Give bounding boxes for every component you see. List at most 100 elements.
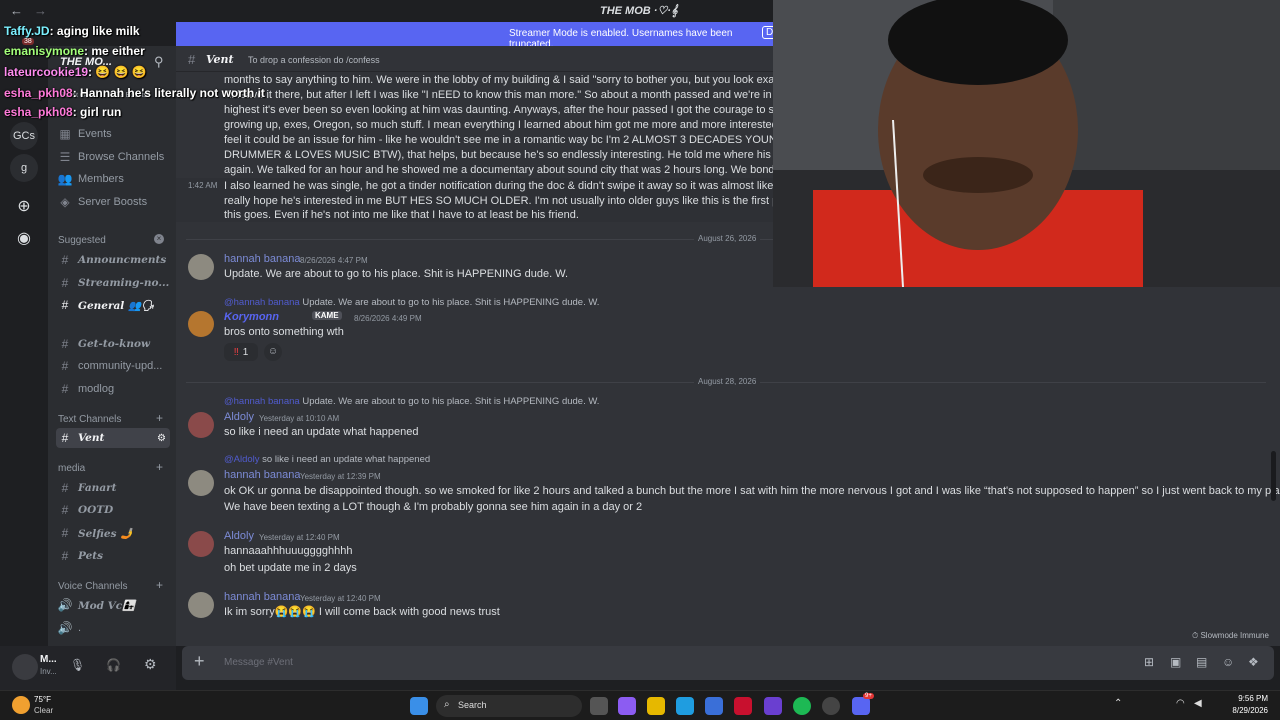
avatar[interactable] bbox=[188, 311, 214, 337]
sidebar-item-fanart[interactable]: # Fanart bbox=[56, 478, 170, 498]
message-line: I'll leave it there, but after I left I … bbox=[224, 89, 808, 101]
add-server-icon[interactable]: ⊕ bbox=[10, 192, 38, 220]
message-author[interactable]: hannah banana bbox=[224, 469, 300, 481]
sidebar-item-ootd[interactable]: # OOTD bbox=[56, 500, 170, 520]
sidebar-item-server-boosts[interactable]: ◈ Server Boosts bbox=[56, 192, 170, 212]
apps-icon[interactable]: ❖ bbox=[1248, 655, 1259, 669]
avatar[interactable] bbox=[12, 654, 38, 680]
settings-icon[interactable]: ⚙ bbox=[144, 656, 157, 673]
spotify-icon[interactable] bbox=[793, 697, 811, 715]
file-explorer-icon[interactable] bbox=[647, 697, 665, 715]
message-author[interactable]: Aldoly bbox=[224, 530, 254, 542]
date-divider: August 28, 2026 bbox=[186, 377, 1266, 386]
copilot-icon[interactable] bbox=[618, 697, 636, 715]
sidebar-item-announcments[interactable]: # Announcments bbox=[56, 250, 170, 270]
weather-icon[interactable] bbox=[12, 696, 30, 714]
media-category[interactable]: media bbox=[58, 463, 85, 474]
mcafee-icon[interactable] bbox=[734, 697, 752, 715]
sidebar-item-general[interactable]: # General 👥🗣 bbox=[56, 295, 170, 315]
reply-preview[interactable]: @Aldoly so like i need an update what ha… bbox=[224, 454, 430, 465]
microphone-icon[interactable]: 🎙 bbox=[70, 658, 85, 672]
gif-icon[interactable]: ▣ bbox=[1170, 655, 1181, 669]
sidebar-item-events[interactable]: ▦ Events bbox=[56, 124, 170, 144]
message-line: months to say anything to him. We were i… bbox=[224, 74, 817, 86]
reply-preview[interactable]: @hannah banana Update. We are about to g… bbox=[224, 297, 599, 308]
streamer-mode-banner: Streamer Mode is enabled. Usernames have… bbox=[176, 22, 780, 50]
avatar[interactable] bbox=[188, 254, 214, 280]
sidebar-item-pets[interactable]: # Pets bbox=[56, 546, 170, 566]
sidebar-item-label: Pets bbox=[78, 550, 104, 562]
reaction[interactable]: ‼ 1 bbox=[224, 343, 258, 361]
attach-plus-icon[interactable]: + bbox=[194, 651, 205, 672]
server-icon-g[interactable]: g bbox=[10, 154, 38, 182]
sidebar-item-modlog[interactable]: # modlog bbox=[56, 379, 170, 399]
overlay-chat-text: : 😆 😆 😆 bbox=[88, 65, 147, 79]
add-reaction-icon[interactable]: ☺ bbox=[264, 343, 282, 361]
sidebar-item-get-to-know[interactable]: # Get-to-know bbox=[56, 334, 170, 354]
sidebar-item-browse-channels[interactable]: ☰ Browse Channels bbox=[56, 147, 170, 167]
volume-icon[interactable]: ◀ bbox=[1194, 698, 1202, 709]
proton-icon[interactable] bbox=[764, 697, 782, 715]
forward-arrow-icon[interactable]: → bbox=[34, 3, 47, 18]
wifi-icon[interactable]: ◠ bbox=[1176, 698, 1185, 709]
message-composer[interactable]: + Message #Vent ⊞ ▣ ▤ ☺ ❖ bbox=[182, 646, 1274, 680]
webcam-image bbox=[773, 0, 1280, 287]
edge-icon[interactable] bbox=[676, 697, 694, 715]
message-author[interactable]: Aldoly bbox=[224, 411, 254, 423]
message-author[interactable]: hannah banana bbox=[224, 253, 300, 265]
text-channels-category[interactable]: Text Channels bbox=[58, 414, 121, 425]
clock-time[interactable]: 9:56 PM bbox=[1224, 694, 1268, 703]
clock-date[interactable]: 8/29/2026 bbox=[1224, 706, 1268, 715]
sidebar-item-vent[interactable]: # Vent ⚙ bbox=[56, 428, 170, 448]
add-channel-icon[interactable]: + bbox=[156, 460, 163, 474]
channel-header: # Vent To drop a confession do /confess bbox=[176, 46, 773, 72]
server-icon-gcs[interactable]: GCs bbox=[10, 122, 38, 150]
hash-icon: # bbox=[61, 526, 69, 540]
gift-icon[interactable]: ⊞ bbox=[1144, 655, 1154, 669]
taskbar-search[interactable]: ⌕ Search bbox=[436, 695, 582, 717]
scrollbar[interactable] bbox=[1271, 451, 1276, 501]
exclamation-icon: ‼ bbox=[233, 346, 239, 358]
message-input[interactable]: Message #Vent bbox=[224, 657, 293, 668]
voice-channels-category[interactable]: Voice Channels bbox=[58, 581, 128, 592]
overlay-chat-name: esha_pkh08 bbox=[4, 105, 73, 119]
emoji-icon[interactable]: ☺ bbox=[1222, 655, 1234, 669]
user-name[interactable]: M... bbox=[40, 654, 57, 665]
channel-topic[interactable]: To drop a confession do /confess bbox=[248, 55, 380, 65]
sidebar-item-members[interactable]: 👥 Members bbox=[56, 169, 170, 189]
overlay-chat-text: : me either bbox=[84, 44, 145, 58]
avatar[interactable] bbox=[188, 470, 214, 496]
task-view-icon[interactable] bbox=[590, 697, 608, 715]
date-divider-label: August 26, 2026 bbox=[694, 234, 761, 243]
sidebar-item-selfies[interactable]: # Selfies 🤳 bbox=[56, 523, 170, 543]
hash-icon: # bbox=[61, 253, 69, 267]
avatar[interactable] bbox=[188, 412, 214, 438]
dismiss-icon[interactable]: × bbox=[154, 234, 164, 244]
sidebar-item-community-updates[interactable]: # community-upd... bbox=[56, 356, 170, 376]
reply-preview[interactable]: @hannah banana Update. We are about to g… bbox=[224, 396, 599, 407]
start-icon[interactable] bbox=[410, 697, 428, 715]
message-text: oh bet update me in 2 days bbox=[224, 562, 357, 574]
sidebar-item-mod-vc[interactable]: 🔊 Mod Vc👩‍👧 bbox=[56, 595, 170, 615]
add-member-icon[interactable]: ⚲ bbox=[154, 54, 164, 70]
discord-icon[interactable] bbox=[852, 697, 870, 715]
hash-icon: # bbox=[61, 431, 69, 445]
discover-icon[interactable]: ◉ bbox=[10, 224, 38, 252]
suggested-category: Suggested bbox=[58, 235, 106, 246]
message-author[interactable]: hannah banana bbox=[224, 591, 300, 603]
tray-chevron-icon[interactable]: ⌃ bbox=[1114, 698, 1122, 709]
back-arrow-icon[interactable]: ← bbox=[10, 3, 23, 18]
hash-icon: # bbox=[61, 276, 69, 290]
add-channel-icon[interactable]: + bbox=[156, 411, 163, 425]
headphones-icon[interactable]: 🎧 bbox=[106, 658, 121, 672]
avatar[interactable] bbox=[188, 531, 214, 557]
obs-icon[interactable] bbox=[822, 697, 840, 715]
sidebar-item-voice-2[interactable]: 🔊. bbox=[56, 618, 170, 638]
store-icon[interactable] bbox=[705, 697, 723, 715]
settings-icon[interactable]: ⚙ bbox=[157, 433, 166, 444]
sidebar-item-streaming[interactable]: # Streaming-no... bbox=[56, 273, 170, 293]
avatar[interactable] bbox=[188, 592, 214, 618]
sticker-icon[interactable]: ▤ bbox=[1196, 655, 1207, 669]
add-channel-icon[interactable]: + bbox=[156, 578, 163, 592]
message-author[interactable]: Korymonn bbox=[224, 311, 279, 323]
